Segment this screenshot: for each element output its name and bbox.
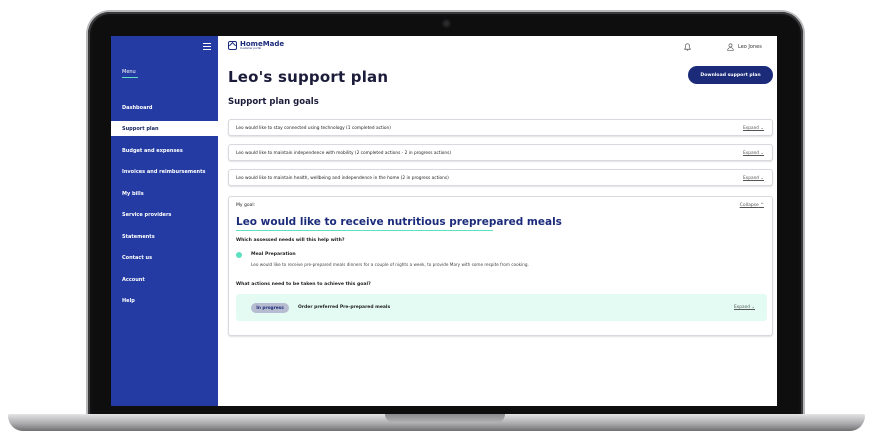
sidebar-item-account[interactable]: Account xyxy=(111,272,218,287)
bell-icon[interactable] xyxy=(684,43,691,51)
collapse-link[interactable]: Collapse ^ xyxy=(740,203,764,208)
laptop-base-notch xyxy=(385,414,505,423)
goal-heading: Leo would like to receive nutritious pre… xyxy=(236,216,562,228)
actions-question: What actions need to be taken to achieve… xyxy=(236,282,371,287)
user-name[interactable]: Leo Jones xyxy=(738,44,762,50)
logo[interactable]: HomeMade Customer portal xyxy=(228,41,284,51)
expand-link[interactable]: Expand ⌄ xyxy=(743,176,764,181)
goal-card[interactable]: Leo would like to maintain independence … xyxy=(228,144,773,161)
action-text: Order preferred Pre-prepared meals xyxy=(298,305,391,310)
status-badge: In progress xyxy=(251,303,289,313)
goal-text: Leo would like to maintain health, wellb… xyxy=(236,176,449,181)
sidebar-item-contact-us[interactable]: Contact us xyxy=(111,250,218,265)
section-title: Support plan goals xyxy=(228,97,319,107)
need-description: Leo would like to receive pre-prepared m… xyxy=(251,262,529,267)
goal-card[interactable]: Leo would like to maintain health, wellb… xyxy=(228,169,773,186)
goal-text: Leo would like to maintain independence … xyxy=(236,151,452,156)
expand-link[interactable]: Expand ⌄ xyxy=(743,126,764,131)
action-row[interactable]: In progress Order preferred Pre-prepared… xyxy=(236,294,767,321)
sidebar-item-statements[interactable]: Statements xyxy=(111,229,218,244)
menu-underline xyxy=(122,77,138,78)
webcam xyxy=(442,19,451,28)
my-goal-label: My goal: xyxy=(236,203,256,208)
hamburger-menu-icon[interactable] xyxy=(203,43,211,50)
download-support-plan-button[interactable]: Download support plan xyxy=(688,66,773,84)
logo-subtitle: Customer portal xyxy=(240,47,262,50)
main-content: HomeMade Customer portal Leo Jones Leo's… xyxy=(218,36,777,406)
goal-heading-underline xyxy=(236,230,493,232)
sidebar-item-help[interactable]: Help xyxy=(111,293,218,308)
goal-text: Leo would like to stay connected using t… xyxy=(236,126,391,131)
goal-card[interactable]: Leo would like to stay connected using t… xyxy=(228,119,773,136)
sidebar-item-dashboard[interactable]: Dashboard xyxy=(111,100,218,115)
sidebar-item-budget[interactable]: Budget and expenses xyxy=(111,143,218,158)
sidebar-item-my-bills[interactable]: My bills xyxy=(111,186,218,201)
sidebar: Menu Dashboard Support plan Budget and e… xyxy=(111,36,218,406)
laptop-screen: Menu Dashboard Support plan Budget and e… xyxy=(111,36,777,406)
menu-label: Menu xyxy=(122,69,136,75)
assessed-needs-question: Which assessed needs will this help with… xyxy=(236,238,345,243)
sidebar-item-service-providers[interactable]: Service providers xyxy=(111,207,218,222)
need-title: Meal Preparation xyxy=(251,252,296,257)
expand-link[interactable]: Expand ⌄ xyxy=(743,151,764,156)
user-icon[interactable] xyxy=(727,43,734,51)
expanded-goal-card: My goal: Collapse ^ Leo would like to re… xyxy=(228,196,773,336)
sidebar-item-support-plan[interactable]: Support plan xyxy=(111,121,218,136)
home-logo-icon xyxy=(228,41,237,51)
sidebar-item-invoices[interactable]: Invoices and reimbursements xyxy=(111,164,218,179)
need-bullet-icon xyxy=(236,252,242,258)
action-expand-link[interactable]: Expand ⌄ xyxy=(734,305,755,310)
page-title: Leo's support plan xyxy=(228,68,389,86)
